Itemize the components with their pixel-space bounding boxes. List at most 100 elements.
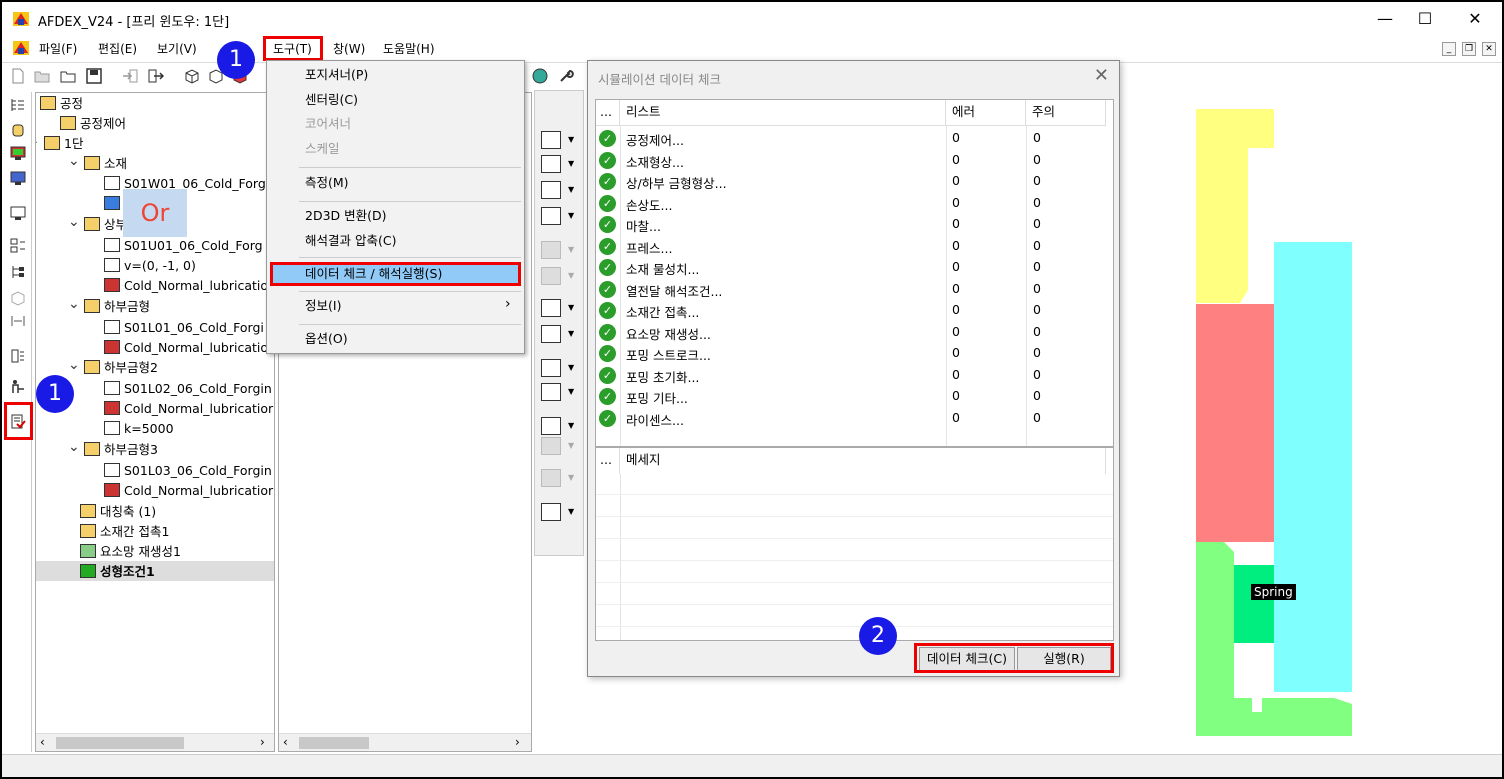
tree-node[interactable]: Cold_Normal_lubricatior (104, 482, 273, 500)
check-item-name[interactable]: 마찰... (626, 216, 661, 235)
probe-icon[interactable] (10, 379, 26, 395)
billet-shape[interactable] (1196, 304, 1274, 542)
tree-node[interactable]: S01U01_06_Cold_Forg (104, 237, 263, 255)
menu-view[interactable]: 보기(V) (154, 39, 200, 58)
spring-tool-icon[interactable] (541, 359, 561, 377)
open-folder-icon[interactable] (34, 68, 50, 84)
scroll-right-arrow[interactable]: › (260, 735, 265, 749)
menu-window[interactable]: 창(W) (330, 39, 368, 58)
scroll-left-arrow-2[interactable]: ‹ (283, 735, 288, 749)
dropdown-arrow-icon[interactable]: ▼ (568, 159, 574, 168)
tree-hscroll[interactable]: ‹ › (36, 733, 274, 751)
message-header-dots[interactable]: ... (596, 448, 620, 474)
dropdown-arrow-icon[interactable]: ▼ (568, 211, 574, 220)
menu-centering[interactable]: 센터링(C) (305, 90, 358, 110)
tree-node[interactable]: 대칭축 (1) (80, 503, 156, 521)
maximize-button[interactable]: ☐ (1402, 6, 1448, 32)
layout-icon[interactable] (10, 238, 26, 254)
tree-expand-chevron-icon[interactable]: ⌄ (36, 133, 40, 149)
import-icon[interactable] (122, 68, 138, 84)
check-list-row[interactable]: ✓ 공정제어... 0 0 (596, 128, 1113, 150)
tool-disabled-icon[interactable] (541, 241, 561, 259)
menu-options[interactable]: 옵션(O) (305, 329, 348, 349)
tree-node[interactable]: 성형조건1 (80, 563, 155, 581)
menu-2d3d[interactable]: 2D3D 변환(D) (305, 206, 387, 226)
tree-expand-chevron-icon[interactable]: ⌄ (68, 296, 80, 312)
tree-node[interactable]: 하부금형2 (84, 359, 158, 377)
dropdown-arrow-icon[interactable]: ▼ (568, 185, 574, 194)
tree-node[interactable]: 공정제어 (60, 115, 126, 133)
hand-icon[interactable] (10, 122, 26, 138)
check-item-name[interactable]: 공정제어... (626, 130, 684, 149)
check-list-row[interactable]: ✓ 프레스... 0 0 (596, 236, 1113, 258)
open-file-icon[interactable] (60, 68, 76, 84)
mdi-restore-button[interactable]: ❐ (1462, 42, 1476, 56)
message-header-label[interactable]: 메세지 (620, 448, 1106, 474)
check-item-name[interactable]: 상/하부 금형형상... (626, 173, 727, 192)
dropdown-arrow-icon[interactable]: ▼ (568, 245, 574, 254)
remesh-disabled-icon[interactable] (541, 437, 561, 455)
remesh-disabled-icon-2[interactable] (541, 469, 561, 487)
scroll-right-arrow-2[interactable]: › (515, 735, 520, 749)
material-tool-icon[interactable] (541, 155, 561, 173)
check-item-name[interactable]: 포밍 초기화... (626, 367, 699, 386)
tree-node[interactable]: 하부금형 (84, 298, 150, 316)
check-list-row[interactable]: ✓ 라이센스... 0 0 (596, 408, 1113, 430)
check-list-row[interactable]: ✓ 요소망 재생성... 0 0 (596, 322, 1113, 344)
tree-expand-chevron-icon[interactable]: ⌄ (68, 153, 80, 169)
check-item-name[interactable]: 소재 물성치... (626, 259, 699, 278)
new-file-icon[interactable] (10, 68, 26, 84)
mdi-close-button[interactable]: ✕ (1482, 42, 1496, 56)
list-header-error[interactable]: 에러 (946, 100, 1026, 126)
close-button[interactable]: ✕ (1452, 6, 1498, 32)
list-header-warning[interactable]: 주의 (1026, 100, 1106, 126)
tree-scroll-thumb[interactable] (56, 737, 184, 749)
tree-node[interactable]: S01L02_06_Cold_Forgin (104, 380, 272, 398)
wrench-icon[interactable] (558, 68, 574, 84)
tree-expand-chevron-icon[interactable]: ⌄ (68, 357, 80, 373)
tree-node[interactable]: 요소망 재생성1 (80, 543, 181, 561)
list-header-dots[interactable]: ... (596, 100, 620, 126)
mdi-minimize-button[interactable]: _ (1442, 42, 1456, 56)
list-config-icon[interactable] (10, 348, 26, 364)
tree-expand-chevron-icon[interactable]: ⌄ (68, 439, 80, 455)
check-list-row[interactable]: ✓ 손상도... 0 0 (596, 193, 1113, 215)
check-list-row[interactable]: ✓ 소재 물성치... 0 0 (596, 257, 1113, 279)
cube-icon[interactable] (184, 68, 200, 84)
dropdown-arrow-icon[interactable]: ▼ (568, 271, 574, 280)
check-item-name[interactable]: 라이센스... (626, 410, 684, 429)
tree-node[interactable]: 1단 (44, 135, 83, 153)
check-list-row[interactable]: ✓ 소재형상... 0 0 (596, 150, 1113, 172)
check-item-name[interactable]: 요소망 재생성... (626, 324, 711, 343)
tree-node[interactable]: k=5000 (104, 420, 174, 438)
spring-shape[interactable] (1234, 565, 1274, 643)
tree-node[interactable]: Cold_Normal_lubricatior (104, 400, 273, 418)
tree-node[interactable]: S01L03_06_Cold_Forgin (104, 462, 272, 480)
lube-tool-icon[interactable] (541, 207, 561, 225)
symmetry-tool-icon[interactable] (541, 503, 561, 521)
dropdown-arrow-icon[interactable]: ▼ (568, 303, 574, 312)
check-list-row[interactable]: ✓ 포밍 초기화... 0 0 (596, 365, 1113, 387)
check-list-row[interactable]: ✓ 상/하부 금형형상... 0 0 (596, 171, 1113, 193)
dropdown-arrow-icon[interactable]: ▼ (568, 363, 574, 372)
dropdown-arrow-icon[interactable]: ▼ (568, 473, 574, 482)
tree-expand-chevron-icon[interactable]: ⌄ (68, 214, 80, 230)
tool-disabled-icon-2[interactable] (541, 267, 561, 285)
dropdown-arrow-icon[interactable]: ▼ (568, 387, 574, 396)
tree-node[interactable]: 소재 (84, 155, 127, 173)
display-color-icon[interactable] (10, 145, 26, 161)
check-list-row[interactable]: ✓ 포밍 기타... 0 0 (596, 386, 1113, 408)
check-list-row[interactable]: ✓ 마찰... 0 0 (596, 214, 1113, 236)
scroll-left-arrow[interactable]: ‹ (40, 735, 45, 749)
dropdown-arrow-icon[interactable]: ▼ (568, 329, 574, 338)
tree-node[interactable]: v=(0, -1, 0) (104, 257, 196, 275)
check-item-name[interactable]: 소재간 접촉... (626, 302, 699, 321)
tree-node[interactable]: 공정 (40, 95, 83, 113)
menu-compress-results[interactable]: 해석결과 압축(C) (305, 231, 396, 251)
mid-scroll-thumb[interactable] (299, 737, 369, 749)
tree-node[interactable]: 상부 (84, 216, 127, 234)
measure-disabled-icon[interactable] (10, 313, 26, 329)
globe-icon[interactable] (532, 68, 548, 84)
check-list-row[interactable]: ✓ 소재간 접촉... 0 0 (596, 300, 1113, 322)
export-icon[interactable] (148, 68, 164, 84)
